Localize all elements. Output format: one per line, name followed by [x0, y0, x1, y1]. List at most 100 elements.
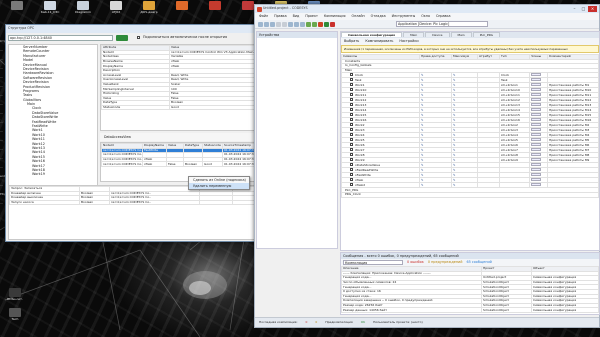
close-icon[interactable]: × — [588, 6, 597, 12]
open-icon[interactable] — [264, 21, 269, 27]
menu-item[interactable]: Компиляция — [324, 14, 346, 18]
symbol-checkbox[interactable] — [350, 83, 353, 87]
tree-node[interactable]: Work19 — [23, 172, 97, 176]
members-button[interactable] — [531, 168, 541, 172]
members-button[interactable] — [531, 113, 541, 117]
members-button[interactable] — [531, 158, 541, 162]
members-button[interactable] — [531, 88, 541, 92]
members-button[interactable] — [531, 138, 541, 142]
symbol-checkbox[interactable] — [350, 173, 353, 177]
symbol-checkbox[interactable] — [350, 103, 353, 107]
symbol-checkbox[interactable] — [350, 78, 353, 82]
symbol-group-row[interactable]: PRG_Clock — [341, 192, 599, 198]
symbol-checkbox[interactable] — [350, 178, 353, 182]
menu-item[interactable]: Проект — [305, 14, 318, 18]
members-button[interactable] — [531, 143, 541, 147]
menu-item[interactable]: Вид — [293, 14, 300, 18]
members-button[interactable] — [531, 123, 541, 127]
select-button[interactable]: Выбрать — [344, 39, 359, 43]
server-url-input[interactable]: opc.tcp://127.0.0.1:4840 — [8, 34, 113, 41]
members-button[interactable] — [531, 178, 541, 182]
members-button[interactable] — [531, 118, 541, 122]
desktop-icon[interactable] — [2, 1, 32, 21]
stop-icon[interactable] — [330, 21, 335, 27]
new-icon[interactable] — [258, 21, 263, 27]
tab-device[interactable]: Device — [425, 32, 450, 37]
tab-main[interactable]: Main — [403, 32, 425, 37]
desktop-icon[interactable] — [167, 1, 197, 21]
menu-item[interactable]: Инструменты — [392, 14, 416, 18]
settings-button[interactable]: Настройки — [399, 39, 418, 43]
compile-button[interactable]: Компилировать — [365, 39, 393, 43]
desktop-icon[interactable]: RDSи-сит. — [0, 288, 30, 308]
menu-item[interactable]: Правка — [274, 14, 287, 18]
desktop-icon[interactable]: Diagramm — [68, 1, 98, 21]
build-icon[interactable] — [306, 21, 311, 27]
logout-icon[interactable] — [318, 21, 323, 27]
members-button[interactable] — [531, 163, 541, 167]
undo-icon[interactable] — [276, 21, 281, 27]
members-button[interactable] — [531, 78, 541, 82]
symbol-checkbox[interactable] — [350, 148, 353, 152]
members-button[interactable] — [531, 128, 541, 132]
menu-item-remove-variable[interactable]: Удалить переменную — [189, 183, 249, 189]
members-button[interactable] — [531, 93, 541, 97]
messages-badge[interactable]: 65 сообщений — [466, 260, 491, 264]
symbol-checkbox[interactable] — [350, 143, 353, 147]
symbol-checkbox[interactable] — [350, 158, 353, 162]
maximize-icon[interactable]: □ — [579, 6, 588, 12]
symbol-checkbox[interactable] — [350, 168, 353, 172]
warnings-badge[interactable]: 0 предупреждений — [428, 260, 463, 264]
symbol-checkbox[interactable] — [350, 108, 353, 112]
tab-plc-prg[interactable]: PLC_PRG — [472, 32, 500, 37]
members-button[interactable] — [531, 153, 541, 157]
tab-symbol-configuration[interactable]: Символьная конфигурация — [341, 32, 403, 37]
message-category-select[interactable]: Компиляция — [343, 260, 403, 265]
cut-icon[interactable] — [288, 21, 293, 27]
connect-button[interactable] — [116, 34, 128, 41]
menu-item[interactable]: Файл — [259, 14, 268, 18]
desktop-icon[interactable] — [200, 1, 230, 21]
menu-item[interactable]: Онлайн — [351, 14, 364, 18]
symbol-checkbox[interactable] — [350, 118, 353, 122]
desktop-icon[interactable]: ATJ02 — [101, 1, 131, 21]
redo-icon[interactable] — [282, 21, 287, 27]
symbol-checkbox[interactable] — [350, 98, 353, 102]
message-row[interactable]: Размер данных: 14056 байт SimulationObjec… — [341, 307, 599, 313]
minimize-icon[interactable]: – — [570, 6, 579, 12]
symbol-checkbox[interactable] — [350, 113, 353, 117]
login-icon[interactable] — [312, 21, 317, 27]
save-icon[interactable] — [270, 21, 275, 27]
desktop-icon[interactable]: Tech — [0, 308, 30, 328]
menu-item[interactable]: Справка — [436, 14, 451, 18]
desktop-icon[interactable]: Кай-11_СЭС — [35, 1, 65, 21]
menu-item[interactable]: Отладка — [371, 14, 386, 18]
members-button[interactable] — [531, 73, 541, 77]
members-button[interactable] — [531, 83, 541, 87]
active-application-select[interactable]: Application [Device: Plc Logic] — [396, 21, 488, 27]
symbol-checkbox[interactable] — [350, 123, 353, 127]
symbol-checkbox[interactable] — [350, 93, 353, 97]
symbol-checkbox[interactable] — [350, 138, 353, 142]
symbol-checkbox[interactable] — [350, 88, 353, 92]
members-button[interactable] — [531, 148, 541, 152]
symbol-checkbox[interactable] — [350, 153, 353, 157]
members-button[interactable] — [531, 108, 541, 112]
members-button[interactable] — [531, 183, 541, 187]
copy-icon[interactable] — [294, 21, 299, 27]
tab-main-2[interactable]: Main — [450, 32, 472, 37]
symbol-checkbox[interactable] — [350, 163, 353, 167]
errors-badge[interactable]: 0 ошибок — [407, 260, 424, 264]
paste-icon[interactable] — [300, 21, 305, 27]
run-icon[interactable] — [324, 21, 329, 27]
members-button[interactable] — [531, 173, 541, 177]
symbol-checkbox[interactable] — [350, 73, 353, 77]
desktop-icon[interactable]: ДОЧ-диагр — [134, 1, 164, 21]
members-button[interactable] — [531, 133, 541, 137]
members-button[interactable] — [531, 103, 541, 107]
auto-connect-checkbox[interactable] — [137, 36, 140, 39]
symbol-checkbox[interactable] — [350, 128, 353, 132]
symbol-checkbox[interactable] — [350, 133, 353, 137]
members-button[interactable] — [531, 98, 541, 102]
symbol-checkbox[interactable] — [350, 183, 353, 187]
